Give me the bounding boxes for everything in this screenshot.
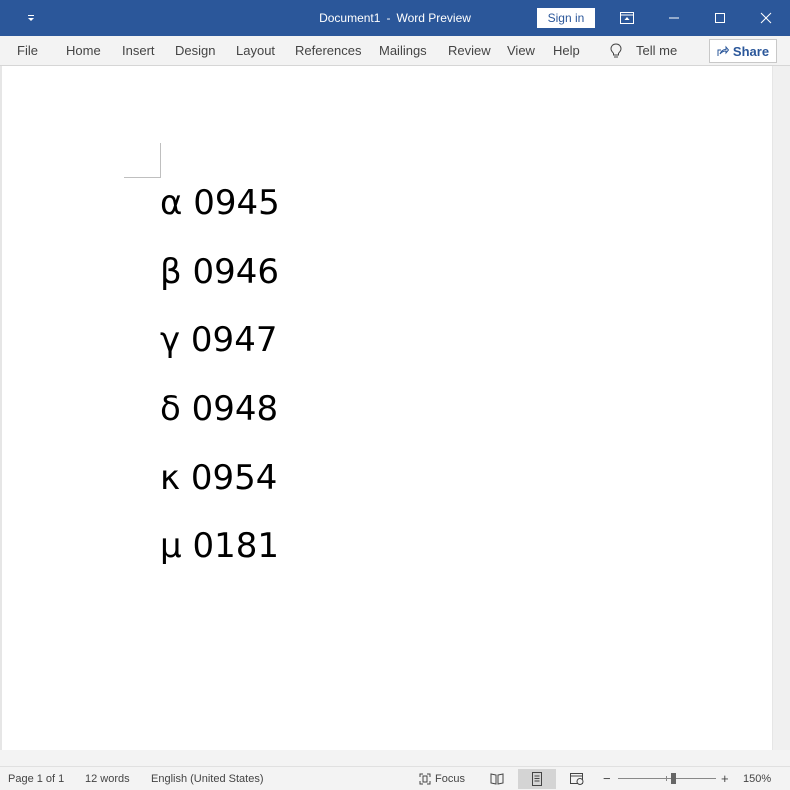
tab-review[interactable]: Review	[448, 36, 491, 65]
tab-home[interactable]: Home	[66, 36, 101, 65]
document-area: α 0945 β 0946 γ 0947 δ 0948 κ 0954 μ 018…	[0, 66, 790, 750]
zoom-level[interactable]: 150%	[743, 767, 771, 790]
word-count[interactable]: 12 words	[85, 767, 130, 790]
share-button[interactable]: Share	[709, 39, 777, 63]
tab-file[interactable]: File	[17, 36, 38, 65]
close-icon[interactable]	[743, 0, 789, 36]
tab-design[interactable]: Design	[175, 36, 215, 65]
document-page[interactable]: α 0945 β 0946 γ 0947 δ 0948 κ 0954 μ 018…	[2, 66, 772, 750]
maximize-icon[interactable]	[697, 0, 743, 36]
document-name: Document1	[319, 11, 381, 25]
document-line[interactable]: κ 0954	[160, 458, 277, 498]
zoom-out-icon[interactable]: −	[603, 767, 611, 790]
lightbulb-icon	[610, 42, 622, 57]
status-bar: Page 1 of 1 12 words English (United Sta…	[0, 766, 790, 790]
tab-mailings[interactable]: Mailings	[379, 36, 427, 65]
share-label: Share	[732, 43, 770, 59]
app-name: Word Preview	[396, 11, 471, 25]
margin-corner-mark	[124, 177, 160, 178]
print-layout-icon[interactable]	[518, 769, 556, 789]
tell-me-label: Tell me	[636, 43, 678, 58]
tab-help[interactable]: Help	[553, 36, 580, 65]
zoom-in-icon[interactable]: +	[721, 767, 729, 790]
customize-quick-access-icon[interactable]	[22, 9, 40, 27]
sign-in-button[interactable]: Sign in	[537, 8, 595, 28]
vertical-scrollbar[interactable]	[773, 66, 790, 750]
tab-view[interactable]: View	[507, 36, 535, 65]
minimize-icon[interactable]	[651, 0, 697, 36]
tab-insert[interactable]: Insert	[122, 36, 155, 65]
ribbon-tab-bar: File Home Insert Design Layout Reference…	[0, 36, 790, 66]
margin-corner-mark	[160, 143, 161, 178]
document-line[interactable]: δ 0948	[160, 389, 278, 429]
focus-label: Focus	[435, 773, 465, 785]
document-line[interactable]: γ 0947	[160, 320, 277, 360]
document-line[interactable]: α 0945	[160, 183, 280, 223]
web-layout-icon[interactable]	[558, 769, 596, 789]
title-bar: Document1- Word Preview Sign in	[0, 0, 790, 36]
page-count[interactable]: Page 1 of 1	[8, 767, 64, 790]
read-mode-icon[interactable]	[478, 769, 516, 789]
ribbon-display-options-icon[interactable]	[604, 0, 650, 36]
share-icon	[717, 45, 729, 56]
zoom-slider-thumb[interactable]	[671, 773, 676, 784]
focus-icon	[419, 773, 431, 785]
tell-me-search[interactable]: Tell me	[610, 36, 677, 65]
tab-references[interactable]: References	[295, 36, 361, 65]
tab-layout[interactable]: Layout	[236, 36, 275, 65]
document-line[interactable]: β 0946	[160, 252, 279, 292]
language-indicator[interactable]: English (United States)	[151, 767, 264, 790]
zoom-slider-midmark	[666, 776, 667, 781]
focus-button[interactable]: Focus	[419, 767, 465, 790]
zoom-slider-track[interactable]	[618, 778, 716, 779]
title-separator: -	[386, 11, 391, 25]
document-line[interactable]: μ 0181	[160, 526, 279, 566]
